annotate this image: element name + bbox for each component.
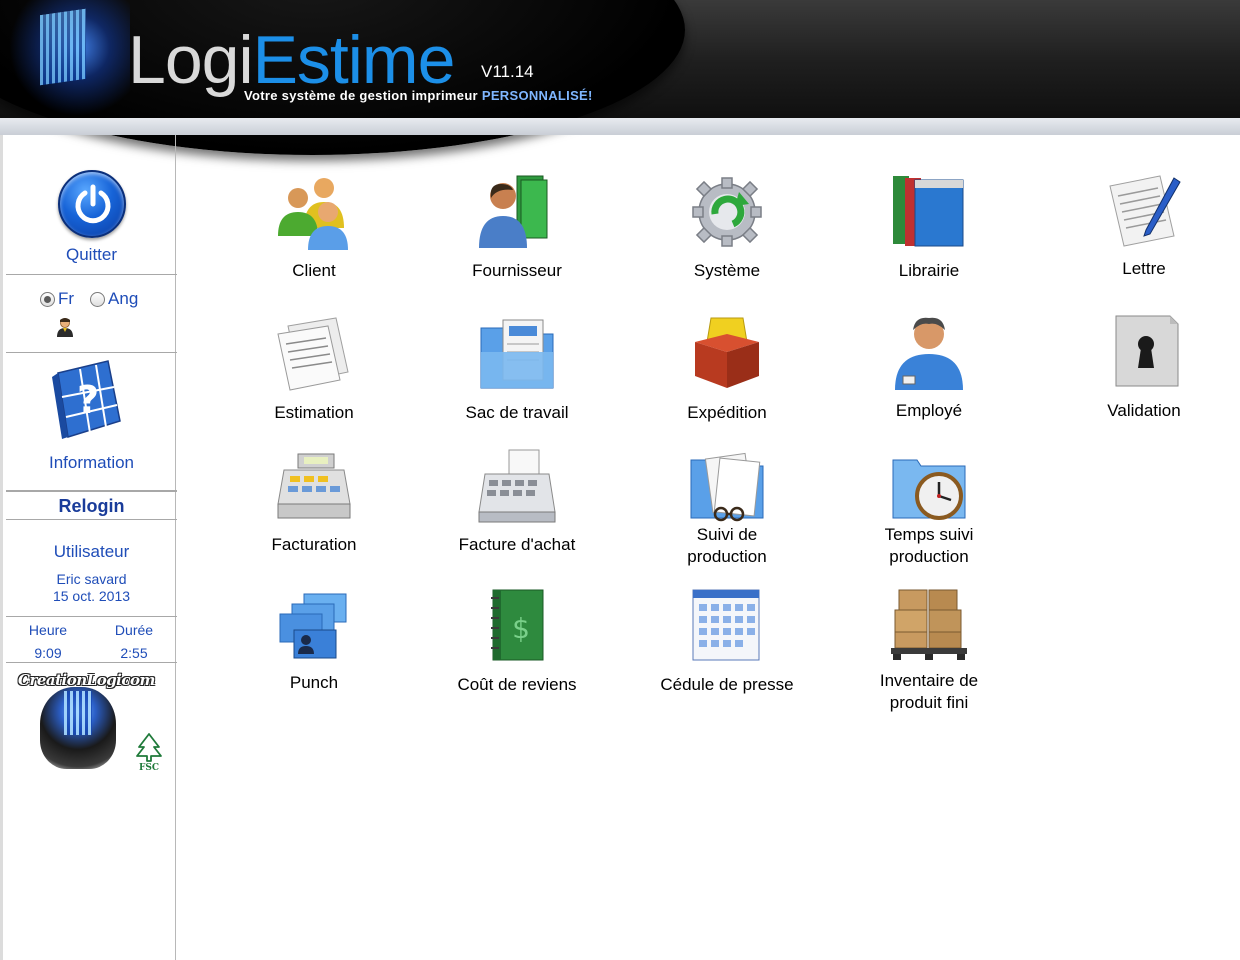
quit-link[interactable]: Quitter xyxy=(6,245,177,265)
module-sac-de-travail-label: Sac de travail xyxy=(465,403,569,422)
module-suivi-production-label: Suivi de production xyxy=(687,525,767,566)
module-cout-de-reviens-label: Coût de reviens xyxy=(457,675,577,694)
punch-cards-icon xyxy=(279,593,347,659)
lang-option-en[interactable]: Ang xyxy=(90,289,138,309)
folder-clock-icon xyxy=(892,459,966,520)
module-temps-suivi-production-label: Temps suivi production xyxy=(884,525,974,566)
module-punch-label: Punch xyxy=(289,673,339,692)
cash-register-icon xyxy=(277,453,351,519)
letter-pen-icon xyxy=(1109,175,1181,247)
lang-en-label: Ang xyxy=(108,289,139,308)
pallet-boxes-icon xyxy=(891,589,967,660)
employee-icon xyxy=(895,317,963,390)
information-link[interactable]: Information xyxy=(6,453,177,473)
app-version: V11.14 xyxy=(481,62,534,81)
calendar-icon xyxy=(692,589,760,661)
module-client-label: Client xyxy=(292,261,336,280)
user-section: Utilisateur Eric savard 15 oct. 2013 xyxy=(6,520,177,617)
library-books-icon xyxy=(893,176,964,247)
folder-glasses-icon xyxy=(690,452,764,522)
help-manual-icon[interactable]: ? xyxy=(50,359,124,439)
radio-en[interactable] xyxy=(90,291,106,307)
module-inventaire-produit-fini-label: Inventaire de produit fini xyxy=(879,671,979,712)
estimation-documents-icon xyxy=(277,317,349,391)
module-lettre-label: Lettre xyxy=(1122,259,1166,278)
shipping-box-icon xyxy=(695,317,759,388)
brain-logo-icon xyxy=(0,0,130,118)
module-validation-label: Validation xyxy=(1107,401,1181,420)
app-tagline: Votre système de gestion imprimeur PERSO… xyxy=(244,88,593,103)
app-logo-title: LogiEstime xyxy=(128,22,455,98)
lang-option-fr[interactable]: Fr xyxy=(40,289,74,309)
user-name: Eric savard xyxy=(56,571,127,587)
client-users-icon xyxy=(278,178,348,250)
power-button[interactable] xyxy=(58,170,126,238)
module-facture-achat-label: Facture d'achat xyxy=(458,535,576,554)
svg-text:?: ? xyxy=(77,378,99,422)
duration-heading: Durée xyxy=(114,622,154,638)
language-section: Fr Ang xyxy=(6,275,177,353)
fsc-tree-logo-icon: FSC xyxy=(136,733,162,771)
money-ledger-icon: $ xyxy=(491,589,544,661)
user-heading: Utilisateur xyxy=(53,542,130,561)
module-librairie-label: Librairie xyxy=(898,261,960,280)
calculator-receipt-icon xyxy=(478,449,556,523)
time-section: Heure Durée 9:09 2:55 xyxy=(6,617,177,663)
power-icon xyxy=(75,184,111,224)
brand-section: CreationLogicom FSC xyxy=(6,663,177,773)
module-systeme-label: Système xyxy=(693,261,761,280)
sidebar: Quitter Fr Ang ? Information Relogin Uti… xyxy=(0,135,177,960)
module-fournisseur-label: Fournisseur xyxy=(472,261,562,280)
lang-fr-label: Fr xyxy=(58,289,75,308)
module-employe-label: Employé xyxy=(895,401,963,420)
brand-logo-text: CreationLogicom xyxy=(18,671,155,689)
system-gear-icon xyxy=(692,177,762,247)
header-banner: LogiEstime V11.14 Votre système de gesti… xyxy=(0,0,1240,155)
current-date: 15 oct. 2013 xyxy=(52,588,131,604)
svg-text:FSC: FSC xyxy=(139,763,159,771)
radio-fr[interactable] xyxy=(40,291,55,307)
module-estimation-label: Estimation xyxy=(274,403,354,422)
work-folder-icon xyxy=(480,319,554,389)
module-facturation-label: Facturation xyxy=(271,535,357,554)
keyhole-lock-icon xyxy=(1115,315,1179,387)
module-expedition-label: Expédition xyxy=(687,403,767,422)
time-value: 9:09 xyxy=(34,645,62,661)
user-icon[interactable] xyxy=(56,317,74,337)
svg-text:$: $ xyxy=(512,612,530,645)
relogin-section: Relogin xyxy=(6,491,177,520)
time-heading: Heure xyxy=(28,622,68,638)
supplier-icon xyxy=(479,175,548,248)
brand-head-logo-icon xyxy=(40,687,116,769)
duration-value: 2:55 xyxy=(120,645,148,661)
module-cedule-de-presse-label: Cédule de presse xyxy=(660,675,794,694)
header-divider-strip xyxy=(0,118,1240,135)
information-section: ? Information xyxy=(6,353,177,491)
relogin-link[interactable]: Relogin xyxy=(6,496,177,517)
quit-section: Quitter xyxy=(6,165,177,275)
language-selector: Fr Ang xyxy=(40,289,154,309)
